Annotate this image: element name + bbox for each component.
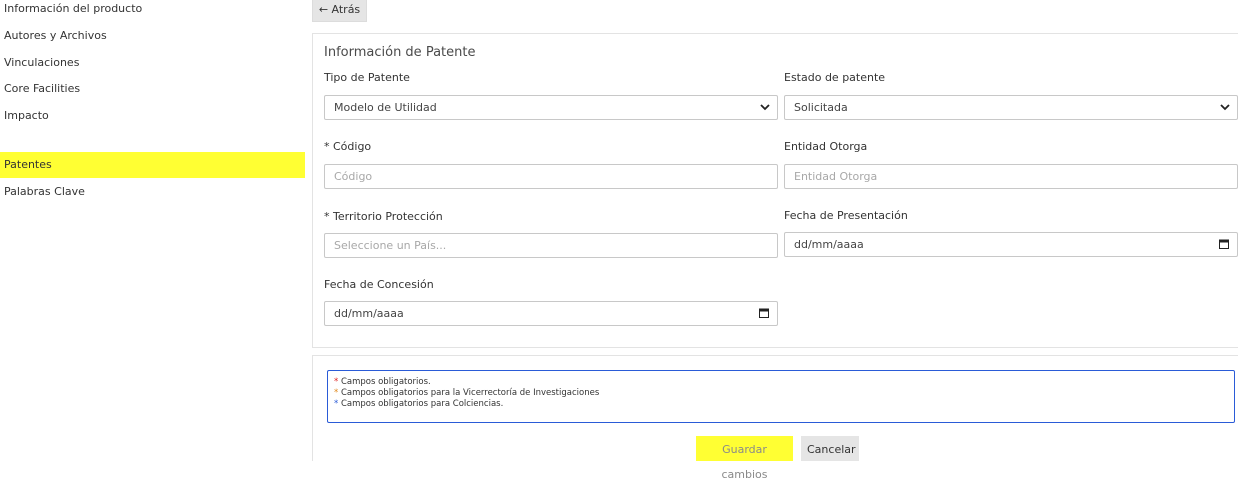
tipo-patente-value: Modelo de Utilidad	[334, 101, 437, 114]
panel-title: Información de Patente	[324, 45, 476, 60]
orange-star-icon: *	[334, 388, 339, 398]
back-button[interactable]: ← Atrás	[312, 0, 367, 22]
chevron-down-icon	[1220, 104, 1230, 111]
legend-text: Campos obligatorios para Colciencias.	[340, 399, 504, 409]
codigo-label: * Código	[324, 140, 372, 153]
sidebar-item-patentes[interactable]: Patentes	[0, 152, 305, 178]
patent-info-panel: Información de Patente Tipo de Patente M…	[312, 33, 1238, 348]
sidebar-item-impacto[interactable]: Impacto	[0, 107, 305, 133]
blue-star-icon: *	[334, 399, 339, 409]
territorio-input[interactable]: Seleccione un País...	[324, 233, 778, 258]
save-button[interactable]: Guardar cambios	[696, 436, 793, 481]
entidad-otorga-input[interactable]: Entidad Otorga	[784, 164, 1238, 189]
footer-panel: * Campos obligatorios. * Campos obligato…	[312, 355, 1238, 481]
fecha-presentacion-value: dd/mm/aaaa	[794, 238, 864, 251]
fecha-concesion-input[interactable]: dd/mm/aaaa	[324, 301, 778, 326]
territorio-label: * Territorio Protección	[324, 210, 443, 223]
estado-patente-value: Solicitada	[794, 101, 848, 114]
red-star-icon: *	[334, 377, 339, 387]
sidebar-item-informacion-producto[interactable]: Información del producto	[0, 0, 305, 26]
required-fields-legend: * Campos obligatorios. * Campos obligato…	[327, 370, 1235, 423]
sidebar: Información del producto Autores y Archi…	[0, 0, 306, 461]
estado-patente-select[interactable]: Solicitada	[784, 95, 1238, 120]
chevron-down-icon	[760, 104, 770, 111]
estado-patente-label: Estado de patente	[784, 71, 886, 84]
tipo-patente-select[interactable]: Modelo de Utilidad	[324, 95, 778, 120]
calendar-icon[interactable]	[759, 308, 769, 318]
sidebar-item-core-facilities[interactable]: Core Facilities	[0, 80, 305, 106]
cancel-button[interactable]: Cancelar	[801, 436, 859, 461]
legend-row: * Campos obligatorios para Colciencias.	[334, 399, 1228, 410]
fecha-concesion-label: Fecha de Concesión	[324, 278, 434, 291]
sidebar-item-autores-archivos[interactable]: Autores y Archivos	[0, 27, 305, 53]
legend-row: * Campos obligatorios.	[334, 377, 1228, 388]
fecha-concesion-value: dd/mm/aaaa	[334, 307, 404, 320]
legend-text: Campos obligatorios.	[340, 377, 431, 387]
fecha-presentacion-input[interactable]: dd/mm/aaaa	[784, 232, 1238, 257]
codigo-input[interactable]: Código	[324, 164, 778, 189]
fecha-presentacion-label: Fecha de Presentación	[784, 209, 908, 222]
tipo-patente-label: Tipo de Patente	[324, 71, 410, 84]
calendar-icon[interactable]	[1219, 239, 1229, 249]
sidebar-item-palabras-clave[interactable]: Palabras Clave	[0, 183, 305, 209]
entidad-otorga-label: Entidad Otorga	[784, 140, 868, 153]
legend-text: Campos obligatorios para la Vicerrectorí…	[340, 388, 600, 398]
legend-row: * Campos obligatorios para la Vicerrecto…	[334, 388, 1228, 399]
sidebar-item-vinculaciones[interactable]: Vinculaciones	[0, 54, 305, 80]
